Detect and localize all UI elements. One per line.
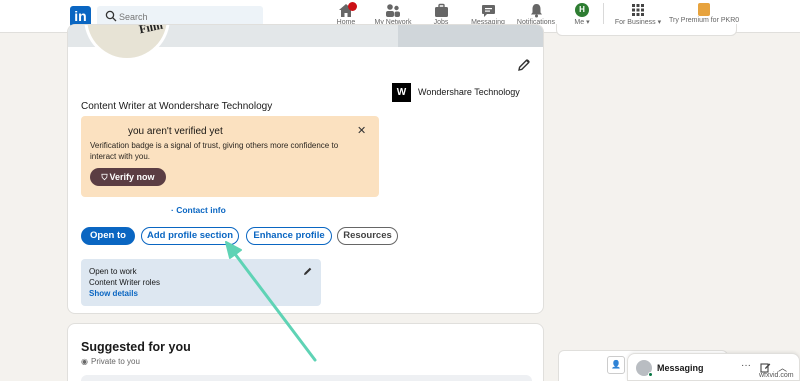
messaging-label: Messaging [657,363,704,373]
enhance-profile-button[interactable]: Enhance profile [246,227,332,245]
suggested-card: Suggested for you ◉ Private to you [67,323,544,381]
grid-icon [632,4,644,16]
network-icon [386,4,400,17]
online-status-icon [648,372,653,377]
edit-pencil-icon[interactable] [517,58,531,72]
verification-title: you aren't verified yet [128,126,223,137]
open-to-work-card: Open to work Content Writer roles Show d… [81,259,321,306]
verify-now-label: Verify now [109,172,155,182]
suggested-title: Suggested for you [81,340,191,354]
search-icon [105,10,117,22]
home-badge [348,2,357,11]
nav-premium-label: Try Premium for PKR0 [669,17,740,24]
show-details-link[interactable]: Show details [89,289,138,298]
profile-card: Film W Wondershare Technology Content Wr… [67,24,544,314]
open-to-work-title: Open to work [89,267,137,276]
person-icon[interactable]: 👤 [607,356,625,374]
private-label: Private to you [90,357,140,366]
company-logo[interactable]: W [392,83,411,102]
open-to-button[interactable]: Open to [81,227,135,245]
private-note: ◉ Private to you [81,357,140,366]
verify-now-button[interactable]: ⛉ Verify now [90,168,166,186]
contact-info-link[interactable]: · Contact info [171,205,226,215]
profile-photo-text: Film [137,24,165,37]
open-to-work-roles: Content Writer roles [89,278,160,287]
profile-headline: Content Writer at Wondershare Technology [81,101,273,112]
bell-icon [530,4,542,18]
resources-button[interactable]: Resources [337,227,398,245]
shield-icon: ⛉ [101,173,108,182]
premium-icon [698,3,710,16]
messaging-icon [481,5,495,17]
close-icon[interactable]: ✕ [357,124,366,137]
briefcase-icon [434,3,448,17]
right-sidebar-card [556,24,737,36]
more-options-icon[interactable]: ··· [741,360,751,371]
cover-overlay [398,25,543,47]
avatar: H [575,3,589,17]
contact-info-label: Contact info [176,205,226,215]
eye-icon: ◉ [81,357,88,366]
suggestion-item[interactable] [81,375,532,381]
profile-photo[interactable]: Film [84,24,170,61]
add-profile-section-button[interactable]: Add profile section [141,227,239,245]
watermark: wfxvid.com [759,372,794,379]
search-input[interactable] [119,8,259,25]
verification-description: Verification badge is a signal of trust,… [90,141,339,161]
edit-pencil-icon[interactable] [303,266,313,276]
verification-banner: you aren't verified yet ✕ Verification b… [81,116,379,197]
company-name[interactable]: Wondershare Technology [418,87,520,97]
